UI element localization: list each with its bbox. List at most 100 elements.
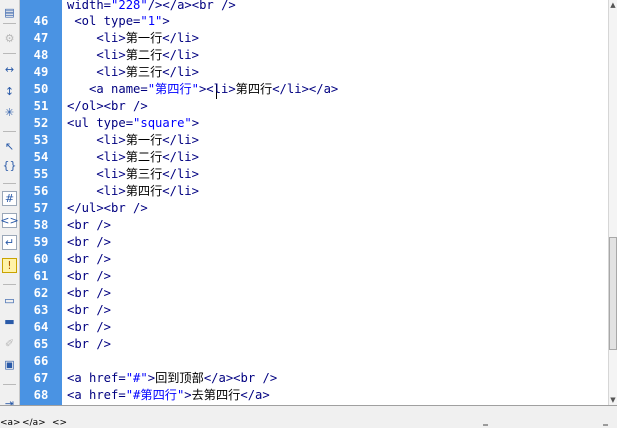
code-line: 65 <br /> [20,336,608,353]
line-code: </ul><br /> [67,200,148,217]
tag-token: <li> [67,184,126,198]
collapse-full-tag-icon[interactable]: ↔ [2,62,17,77]
tag-selector-a[interactable]: <a> [0,419,21,428]
highlight-invalid-code-icon[interactable]: <> [0,213,19,228]
line-code: <li>第一行</li> [67,132,199,149]
attribute-value: "第四行" [147,82,199,96]
scroll-down-icon[interactable]: ▼ [609,395,617,405]
line-code: <br /> [67,302,111,319]
code-line: 67 <a href="#">回到顶部</a><br /> [20,370,608,387]
line-number: 68 [33,388,49,402]
line-number: 61 [33,269,49,283]
code-editor[interactable]: width="228"/></a><br /> 46 <ol type="1"> 4… [20,0,608,405]
tag-selector-empty[interactable]: <> [52,419,67,428]
tag-token: <ul type= [67,116,134,130]
line-number: 58 [33,218,49,232]
tag-token: > [147,371,156,385]
wrap-tag-icon[interactable]: ✐ [2,336,17,351]
code-line: 49 <li>第三行</li> [20,64,608,81]
line-number: 57 [33,201,49,215]
code-line: 53 <li>第一行</li> [20,132,608,149]
scroll-up-icon[interactable]: ▲ [609,0,617,10]
code-line: 52 <ul type="square"> [20,115,608,132]
vertical-scrollbar[interactable]: ▲ ▼ [608,0,617,405]
tag-token: ><li> [198,82,236,96]
line-code: <li>第四行</li> [67,183,199,200]
line-number: 62 [33,286,49,300]
open-files-icon[interactable]: ▤ [2,5,17,20]
tag-token: <li> [67,48,126,62]
text-content: 去第四行 [191,388,241,402]
select-parent-tag-icon[interactable]: ↖ [2,139,17,154]
tag-token: </li> [162,31,199,45]
line-number: 59 [33,235,49,249]
code-line-partial: width="228"/></a><br /> [20,0,608,14]
tag-selector-close-a[interactable]: </a> [22,419,46,428]
line-numbers-icon[interactable]: # [2,191,17,206]
collapse-selection-icon[interactable]: ↕ [2,84,17,99]
attribute-value: "square" [133,116,192,130]
line-code: <a name="第四行"><li>第四行</li></a> [67,81,338,98]
word-wrap-icon[interactable]: ↵ [2,235,17,250]
tag-token: <li> [67,31,126,45]
tag-token: </a><br /> [203,371,278,385]
remove-comment-icon[interactable]: ▬ [2,314,17,329]
scrollbar-thumb[interactable] [609,237,617,350]
line-code: <br /> [67,319,111,336]
tag-token: <li> [67,167,126,181]
tag-token: <li> [67,65,126,79]
code-line: 55 <li>第三行</li> [20,166,608,183]
line-code: <ol type="1"> [67,13,170,30]
tag-token: <br /> [67,235,112,249]
tag-token: <li> [67,133,126,147]
toolbar-separator [3,284,16,285]
line-code: </ol><br /> [67,98,148,115]
line-number: 53 [33,133,49,147]
code-line: 61 <br /> [20,268,608,285]
text-content: 第四行 [235,82,273,96]
code-line: 63 <br /> [20,302,608,319]
recent-snippets-icon[interactable]: ▣ [2,357,17,372]
show-code-navigator-icon[interactable]: ⚙ [2,31,17,46]
line-number: 66 [33,354,49,368]
tag-token: > [191,116,200,130]
code-line: 59 <br /> [20,234,608,251]
tag-token: > [162,14,170,28]
tag-token: <br /> [67,269,112,283]
tag-token: <br /> [67,286,112,300]
line-code: <br /> [67,336,111,353]
tag-token: width= [67,0,112,12]
tag-token: <br /> [67,252,112,266]
tag-token: </li> [162,133,199,147]
code-line: 66 [20,353,608,370]
resize-grip-icon[interactable] [483,424,488,426]
line-number: 51 [33,99,49,113]
tag-token: </li> [162,184,199,198]
attribute-value: "1" [140,14,163,28]
line-number: 54 [33,150,49,164]
resize-grip-icon[interactable] [603,424,608,426]
attribute-value: "#" [125,371,148,385]
toolbar-separator [3,53,16,54]
text-content: 第一行 [125,133,163,147]
line-number: 63 [33,303,49,317]
syntax-error-alerts-icon[interactable]: ! [2,258,17,273]
line-number: 55 [33,167,49,181]
line-code: <a href="#">回到顶部</a><br /> [67,370,277,387]
line-number: 50 [33,82,49,96]
code-line: 60 <br /> [20,251,608,268]
line-number: 60 [33,252,49,266]
expand-all-icon[interactable]: ✳ [2,105,17,120]
line-number: 65 [33,337,49,351]
apply-comment-icon[interactable]: ▭ [2,293,17,308]
balance-braces-icon[interactable]: {} [2,158,17,173]
tag-token: > [184,388,192,402]
toolbar-separator [3,183,16,184]
tag-token: <br /> [67,303,112,317]
code-line: 51 </ol><br /> [20,98,608,115]
tag-token: </a> [240,388,270,402]
line-number: 49 [33,65,49,79]
line-number: 64 [33,320,49,334]
line-code: <ul type="square"> [67,115,199,132]
line-number: 46 [33,14,49,28]
